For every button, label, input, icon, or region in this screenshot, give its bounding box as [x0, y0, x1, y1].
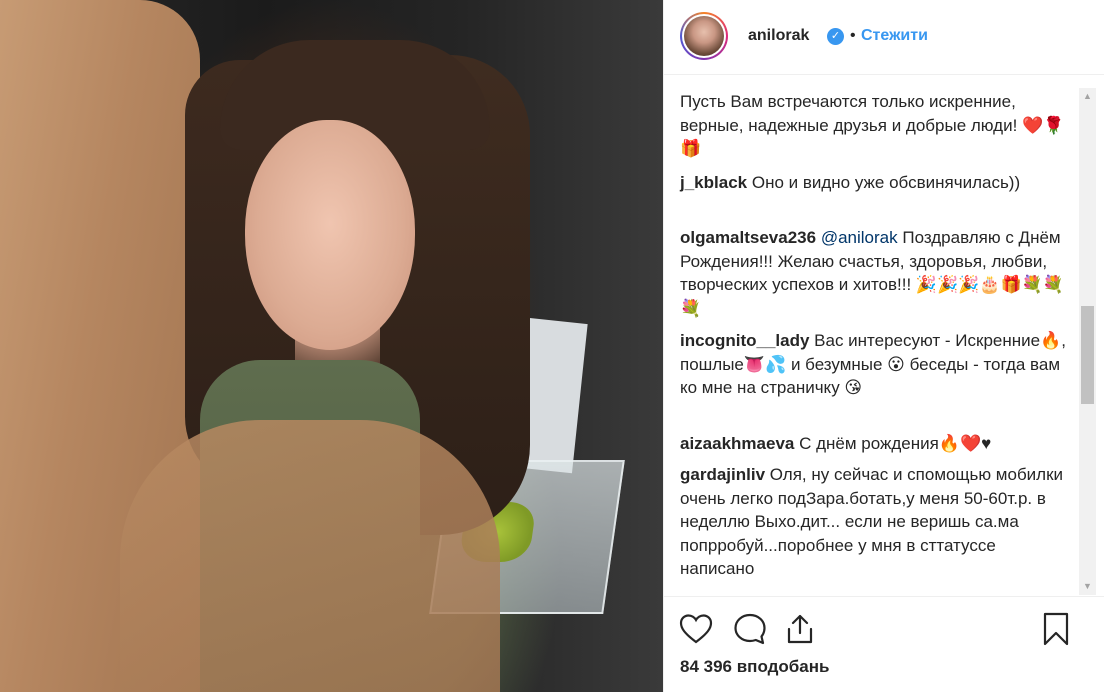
comment-username[interactable]: olgamaltseva236	[680, 228, 816, 247]
comment-mention-link[interactable]: @anilorak	[821, 228, 898, 247]
post-side-panel: anilorak ✓ • Стежити Пусть Вам встречают…	[663, 0, 1104, 692]
comment-item: aizaakhmaeva С днём рождения🔥❤️♥	[680, 432, 1070, 456]
scroll-thumb[interactable]	[1081, 306, 1094, 404]
scroll-up-arrow-icon[interactable]: ▲	[1079, 88, 1096, 105]
bookmark-icon[interactable]	[1038, 611, 1074, 647]
comment-username[interactable]: aizaakhmaeva	[680, 434, 794, 453]
share-icon[interactable]	[782, 611, 818, 647]
comment-item: olgamaltseva236 @anilorak Поздравляю с Д…	[680, 226, 1070, 320]
avatar[interactable]	[680, 12, 728, 60]
post-header: anilorak ✓ • Стежити	[664, 0, 1104, 75]
username-link[interactable]: anilorak	[748, 27, 809, 45]
avatar-image	[684, 16, 724, 56]
comments-scrollbar[interactable]: ▲ ▼	[1079, 88, 1096, 595]
comment-item: j_kblack Оно и видно уже обсвинячилась))	[680, 171, 1070, 195]
caption-continuation: Пусть Вам встречаются только искренние, …	[680, 90, 1070, 161]
comment-username[interactable]: j_kblack	[680, 173, 747, 192]
comment-username[interactable]: incognito__lady	[680, 331, 809, 350]
comment-username[interactable]: gardajinliv	[680, 465, 765, 484]
follow-button[interactable]: Стежити	[861, 27, 928, 45]
likes-count[interactable]: 84 396 вподобань	[680, 657, 829, 677]
comment-text: С днём рождения🔥❤️♥	[799, 434, 992, 453]
comment-item: incognito__lady Вас интересуют - Искренн…	[680, 329, 1070, 400]
post-photo[interactable]	[0, 0, 663, 692]
header-separator: •	[850, 27, 856, 44]
comments-list[interactable]: Пусть Вам встречаются только искренние, …	[664, 75, 1079, 595]
heart-icon[interactable]	[678, 611, 714, 647]
comment-text: Оно и видно уже обсвинячилась))	[751, 173, 1021, 192]
photo-cardigan	[120, 420, 500, 692]
scroll-down-arrow-icon[interactable]: ▼	[1079, 578, 1096, 595]
photo-face	[245, 120, 415, 350]
caption-text: Пусть Вам встречаются только искренние, …	[680, 92, 1065, 158]
comment-item: gardajinliv Оля, ну сейчас и спомощью мо…	[680, 463, 1070, 581]
comment-icon[interactable]	[732, 611, 768, 647]
post-actions-bar	[664, 596, 1104, 657]
verified-badge-icon: ✓	[827, 28, 844, 45]
avatar-ring	[682, 14, 726, 58]
